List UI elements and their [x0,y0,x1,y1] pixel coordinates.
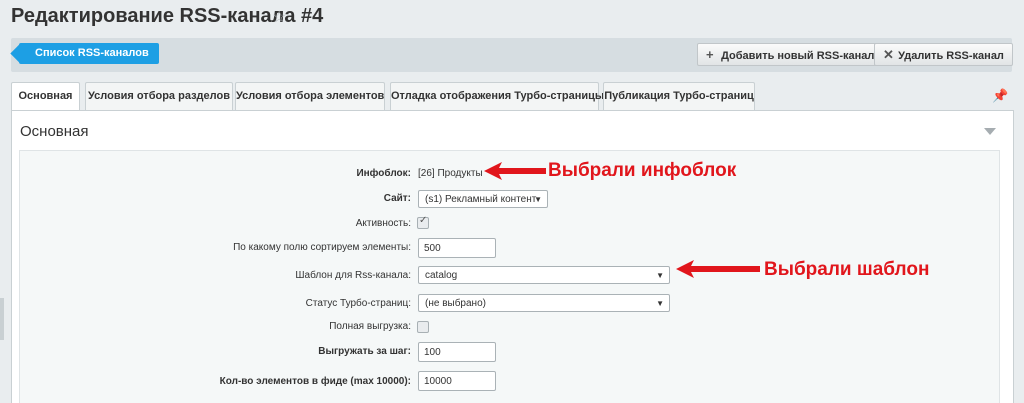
side-handle[interactable] [0,298,4,340]
full-export-label: Полная выгрузка: [329,321,411,332]
tab-turbo-publish[interactable]: Публикация Турбо-страниц [603,82,755,110]
infoblock-annotation: Выбрали инфоблок [548,160,737,181]
sort-field-input[interactable] [418,238,496,258]
delete-rss-channel-button[interactable]: ✕ Удалить RSS-канал [874,43,1013,66]
site-select[interactable]: (s1) Рекламный контент ▼ [418,190,548,208]
feed-count-label: Кол-во элементов в фиде (max 10000): [219,376,411,387]
red-arrow-infoblock [484,162,546,180]
title-bar: Редактирование RSS-канала #4 ☆ [0,0,1024,36]
template-annotation: Выбрали шаблон [764,259,930,280]
feed-count-input[interactable] [418,371,496,391]
active-checkbox[interactable]: ✓ [417,215,429,229]
sort-field-label: По какому полю сортируем элементы: [233,242,411,253]
site-label: Сайт: [383,193,411,204]
chevron-down-icon: ▼ [534,195,542,204]
infoblock-value: [26] Продукты [418,168,483,179]
per-step-label: Выгружать за шаг: [318,346,411,357]
red-arrow-template [676,260,760,278]
per-step-input[interactable] [418,342,496,362]
template-select[interactable]: catalog ▼ [418,266,670,284]
site-select-value: (s1) Рекламный контент [425,194,537,205]
plus-icon: + [706,47,714,62]
star-icon[interactable]: ☆ [272,7,286,27]
rss-list-back-button[interactable]: Список RSS-каналов [19,43,159,64]
full-export-checkbox[interactable] [417,321,429,333]
template-label: Шаблон для Rss-канала: [295,270,411,281]
pin-icon[interactable]: 📌 [992,88,1008,104]
checkmark-icon: ✓ [419,215,428,226]
collapse-triangle-icon[interactable] [984,128,996,135]
chevron-down-icon: ▼ [656,299,664,308]
add-rss-channel-label: Добавить новый RSS-канал [721,50,875,62]
turbo-status-label: Статус Турбо-страниц: [305,298,411,309]
template-select-value: catalog [425,270,458,281]
delete-rss-channel-label: Удалить RSS-канал [898,50,1004,62]
add-rss-channel-button[interactable]: + Добавить новый RSS-канал [697,43,884,66]
tab-turbo-debug[interactable]: Отладка отображения Турбо-страницы [390,82,604,110]
tab-element-conditions[interactable]: Условия отбора элементов [235,82,385,110]
rss-list-back-label: Список RSS-каналов [35,47,149,59]
tab-section-conditions[interactable]: Условия отбора разделов [85,82,233,110]
close-icon: ✕ [883,47,894,62]
infoblock-label: Инфоблок: [356,168,411,179]
chevron-down-icon: ▼ [656,271,664,280]
tab-main[interactable]: Основная [11,82,80,111]
turbo-status-select-value: (не выбрано) [425,298,486,309]
active-label: Активность: [355,218,411,229]
turbo-status-select[interactable]: (не выбрано) ▼ [418,294,670,312]
section-title: Основная [20,123,89,140]
